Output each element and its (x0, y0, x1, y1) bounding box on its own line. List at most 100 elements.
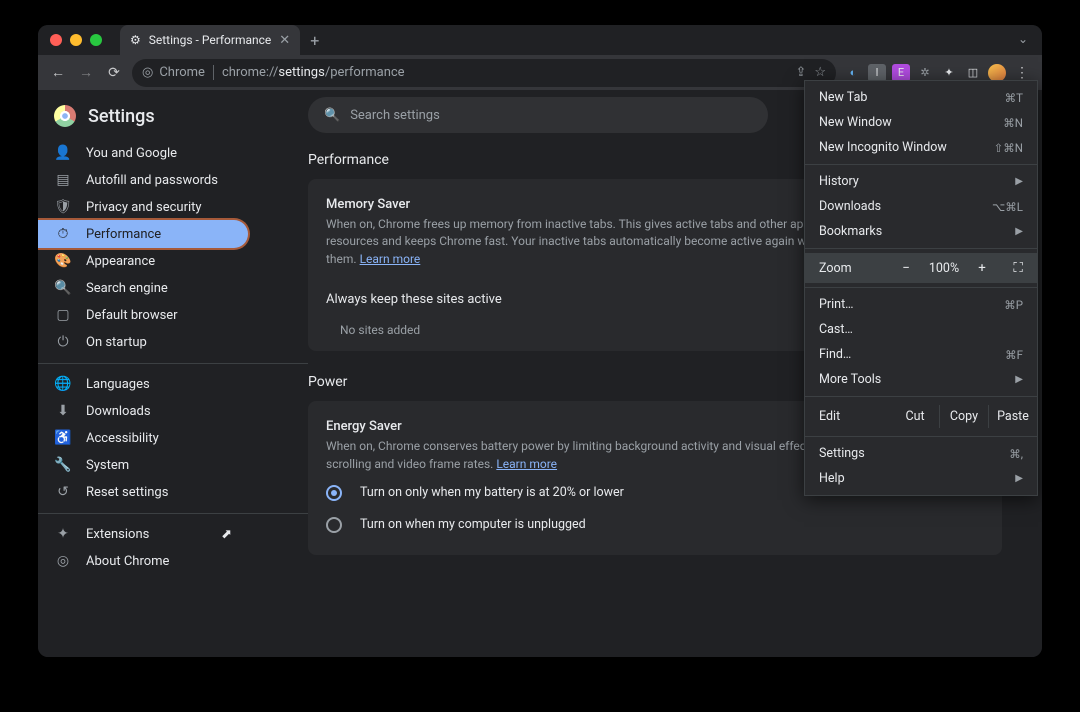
radio-option-unplugged[interactable]: Turn on when my computer is unplugged (326, 509, 984, 541)
sidebar-item-reset[interactable]: ↺Reset settings (38, 478, 248, 506)
address-chip-label: Chrome (159, 65, 205, 80)
fullscreen-button[interactable]: ⛶ (1007, 257, 1029, 279)
sidebar-item-default-browser[interactable]: ▢Default browser (38, 301, 248, 329)
person-icon: 👤 (54, 145, 72, 161)
search-placeholder: Search settings (350, 108, 440, 123)
share-icon[interactable]: ⇪ (795, 65, 806, 80)
radio-checked-icon (326, 485, 342, 501)
open-external-icon: ⬈ (221, 527, 232, 542)
extension-icon-3[interactable]: E (892, 64, 910, 82)
gear-icon: ⚙ (130, 33, 141, 47)
menu-edit: Edit Cut Copy Paste (805, 401, 1037, 432)
menu-new-tab[interactable]: New Tab⌘T (805, 85, 1037, 110)
browser-icon: ▢ (54, 307, 72, 323)
extension-icon-4[interactable]: ✲ (916, 64, 934, 82)
bookmark-star-icon[interactable]: ☆ (814, 65, 826, 80)
menu-sep (805, 287, 1037, 288)
zoom-in-button[interactable]: + (971, 257, 993, 279)
menu-downloads[interactable]: Downloads⌥⌘L (805, 194, 1037, 219)
energy-saver-learn-link[interactable]: Learn more (496, 457, 557, 471)
sidebar-item-performance[interactable]: ⏱Performance (38, 220, 248, 248)
always-active-label: Always keep these sites active (326, 292, 502, 307)
sidebar-item-privacy[interactable]: 🛡Privacy and security (38, 193, 248, 221)
profile-avatar[interactable] (988, 64, 1006, 82)
memory-saver-learn-link[interactable]: Learn more (360, 252, 421, 266)
chevron-right-icon: ▶ (1015, 374, 1023, 385)
window-dropdown-icon[interactable]: ⌄ (1018, 32, 1028, 46)
sidebar-item-system[interactable]: 🔧System (38, 451, 248, 479)
edit-copy-button[interactable]: Copy (939, 405, 988, 428)
menu-new-window[interactable]: New Window⌘N (805, 110, 1037, 135)
forward-button[interactable]: → (76, 63, 96, 83)
menu-sep (805, 396, 1037, 397)
sidebar-item-you-and-google[interactable]: 👤You and Google (38, 139, 248, 167)
extensions-menu-icon[interactable]: ✦ (940, 64, 958, 82)
chrome-icon: ◎ (54, 553, 72, 569)
download-icon: ⬇ (54, 403, 72, 419)
sidebar-divider-2 (38, 513, 308, 514)
titlebar: ⚙ Settings - Performance ✕ + ⌄ (38, 25, 1042, 55)
menu-find[interactable]: Find…⌘F (805, 342, 1037, 367)
maximize-window-button[interactable] (90, 34, 102, 46)
sidebar-divider (38, 363, 308, 364)
settings-header: Settings (38, 99, 308, 139)
menu-history[interactable]: History▶ (805, 169, 1037, 194)
search-icon: 🔍 (54, 280, 72, 296)
edit-cut-button[interactable]: Cut (891, 405, 939, 428)
speed-icon: ⏱ (54, 226, 72, 242)
edit-paste-button[interactable]: Paste (988, 405, 1037, 428)
sidebar-item-languages[interactable]: 🌐Languages (38, 370, 248, 398)
radio-unchecked-icon (326, 517, 342, 533)
autofill-icon: ▤ (54, 172, 72, 188)
sidebar-item-autofill[interactable]: ▤Autofill and passwords (38, 166, 248, 194)
power-icon: ⏻ (54, 334, 72, 350)
menu-print[interactable]: Print…⌘P (805, 292, 1037, 317)
close-window-button[interactable] (50, 34, 62, 46)
search-settings-input[interactable]: 🔍 Search settings (308, 97, 768, 133)
sidebar-item-appearance[interactable]: 🎨Appearance (38, 247, 248, 275)
extensions-icon: ✦ (54, 526, 72, 542)
menu-settings[interactable]: Settings⌘, (805, 441, 1037, 466)
address-bar[interactable]: ◎ Chrome chrome://settings/performance ⇪… (132, 59, 836, 87)
sidebar-item-search-engine[interactable]: 🔍Search engine (38, 274, 248, 302)
new-tab-button[interactable]: + (310, 31, 319, 50)
menu-bookmarks[interactable]: Bookmarks▶ (805, 219, 1037, 244)
sidebar-item-about[interactable]: ◎About Chrome (38, 547, 248, 575)
chevron-right-icon: ▶ (1015, 176, 1023, 187)
chrome-logo-icon (54, 105, 76, 127)
zoom-value: 100% (923, 261, 965, 276)
tab-settings-performance[interactable]: ⚙ Settings - Performance ✕ (120, 25, 300, 55)
back-button[interactable]: ← (48, 63, 68, 83)
section-title: Performance (308, 152, 389, 168)
chevron-right-icon: ▶ (1015, 226, 1023, 237)
address-url: chrome://settings/performance (222, 65, 405, 80)
menu-cast[interactable]: Cast… (805, 317, 1037, 342)
sidebar-item-downloads[interactable]: ⬇Downloads (38, 397, 248, 425)
a11y-icon: ♿ (54, 430, 72, 446)
minimize-window-button[interactable] (70, 34, 82, 46)
chevron-right-icon: ▶ (1015, 473, 1023, 484)
menu-more-tools[interactable]: More Tools▶ (805, 367, 1037, 392)
chrome-icon: ◎ (142, 65, 153, 80)
menu-sep (805, 248, 1037, 249)
tab-close-button[interactable]: ✕ (279, 33, 290, 48)
extension-icon-1[interactable]: ◐ (844, 64, 862, 82)
zoom-out-button[interactable]: − (895, 257, 917, 279)
side-panel-icon[interactable]: ◫ (964, 64, 982, 82)
section-title-power: Power (308, 374, 347, 390)
search-icon: 🔍 (324, 108, 340, 123)
menu-help[interactable]: Help▶ (805, 466, 1037, 491)
tab-title: Settings - Performance (149, 33, 272, 47)
menu-sep (805, 436, 1037, 437)
paint-icon: 🎨 (54, 253, 72, 269)
extension-icon-2[interactable]: I (868, 64, 886, 82)
menu-sep (805, 164, 1037, 165)
menu-new-incognito[interactable]: New Incognito Window⇧⌘N (805, 135, 1037, 160)
globe-icon: 🌐 (54, 376, 72, 392)
sidebar-item-extensions[interactable]: ✦Extensions⬈ (38, 520, 248, 548)
reload-button[interactable]: ⟳ (104, 63, 124, 83)
wrench-icon: 🔧 (54, 457, 72, 473)
sidebar-item-accessibility[interactable]: ♿Accessibility (38, 424, 248, 452)
shield-icon: 🛡 (54, 199, 72, 215)
sidebar-item-on-startup[interactable]: ⏻On startup (38, 328, 248, 356)
